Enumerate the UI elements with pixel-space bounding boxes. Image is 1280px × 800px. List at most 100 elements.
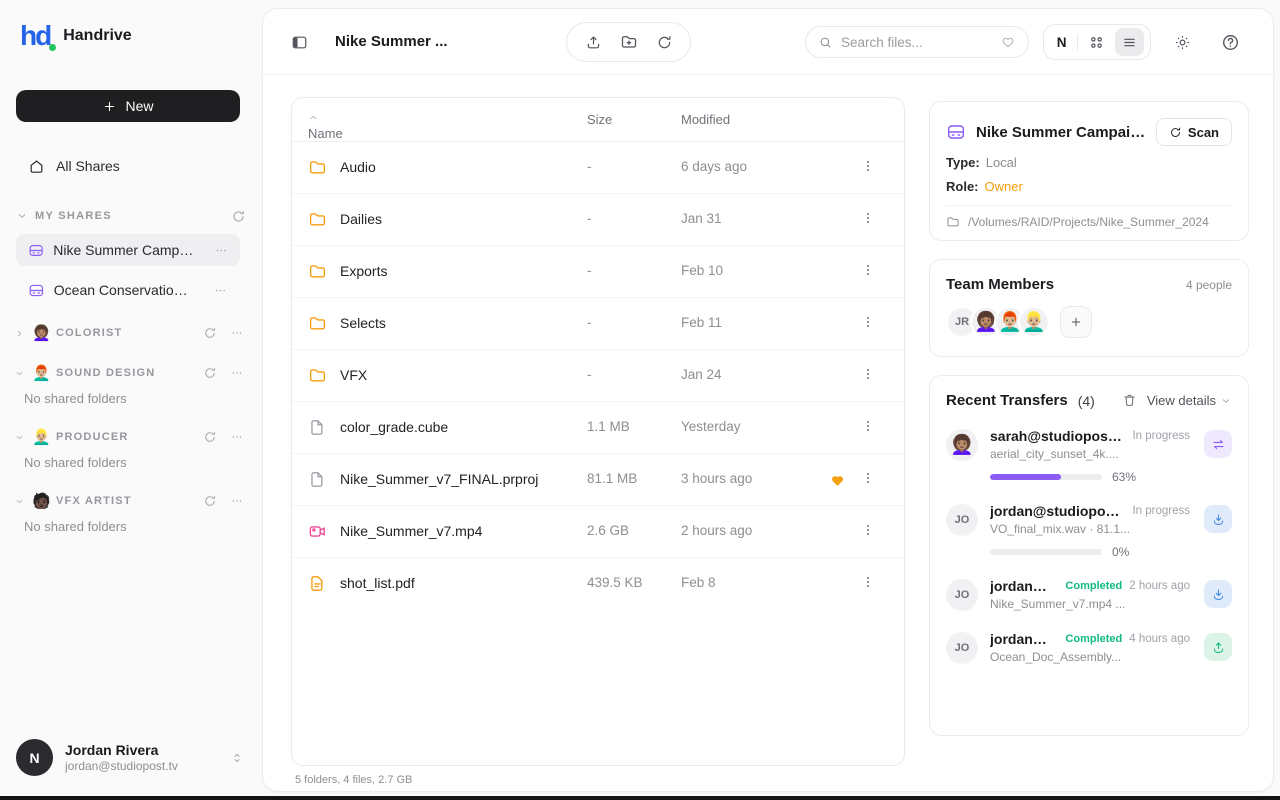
new-folder-button[interactable] — [613, 26, 645, 58]
sidebar-group-sound-design[interactable]: 👨🏼‍🦰 SOUND DESIGN — [14, 360, 244, 386]
share-info-card: Nike Summer Campaign Scan Type:Local Rol… — [929, 101, 1249, 241]
transfer-file: Ocean_Doc_Assembly... — [990, 650, 1232, 664]
sidebar-item-ocean-conservation[interactable]: Ocean Conservation ... — [16, 274, 240, 306]
files-table: Name Size Modified Audio - 6 days ago Da… — [291, 97, 905, 766]
sidebar-group-colorist[interactable]: 👩🏽‍🦱 COLORIST — [14, 320, 244, 346]
list-view-button[interactable] — [1115, 28, 1144, 56]
user-menu[interactable]: N Jordan Rivera jordan@studiopost.tv — [16, 739, 244, 776]
download-action-button[interactable] — [1204, 505, 1232, 533]
sidebar-item-all-shares[interactable]: All Shares — [16, 152, 240, 180]
help-button[interactable] — [1214, 26, 1246, 58]
refresh-icon[interactable] — [203, 430, 217, 444]
transfer-time: 2 hours ago — [1129, 580, 1190, 592]
theme-toggle-button[interactable] — [1166, 26, 1198, 58]
file-row[interactable]: shot_list.pdf 439.5 KB Feb 8 — [292, 558, 904, 610]
share-type-value: Local — [986, 155, 1017, 170]
row-menu-icon[interactable] — [860, 366, 876, 382]
file-row[interactable]: VFX - Jan 24 — [292, 350, 904, 402]
more-icon[interactable] — [230, 326, 244, 340]
sidebar-item-nike-summer[interactable]: Nike Summer Campai... — [16, 234, 240, 266]
colorist-avatar: 👩🏽‍🦱 — [32, 326, 49, 341]
transfer-time: 4 hours ago — [1129, 633, 1190, 645]
row-menu-icon[interactable] — [860, 470, 876, 486]
row-menu-icon[interactable] — [860, 418, 876, 434]
grid-view-button[interactable] — [1082, 28, 1111, 56]
transfer-item[interactable]: 👩🏽‍🦱 sarah@studiopost.tv In progress aer… — [946, 428, 1232, 484]
file-row[interactable]: Dailies - Jan 31 — [292, 194, 904, 246]
home-icon — [28, 158, 45, 175]
more-icon[interactable] — [213, 283, 228, 298]
more-icon[interactable] — [230, 366, 244, 380]
sync-icon — [1211, 437, 1226, 452]
team-avatars: JR 👩🏽‍🦱 👨🏼‍🦰 👱🏼‍♂️ — [946, 306, 1232, 338]
transfer-progress: 63% — [990, 470, 1232, 484]
new-button[interactable]: New — [16, 90, 240, 122]
sort-asc-icon — [308, 112, 319, 123]
row-menu-icon[interactable] — [860, 574, 876, 590]
avatar: 👩🏽‍🦱 — [946, 429, 978, 461]
upload-icon — [585, 34, 602, 51]
file-row[interactable]: Exports - Feb 10 — [292, 246, 904, 298]
add-member-button[interactable] — [1060, 306, 1092, 338]
divider — [946, 205, 1232, 206]
avatar: JO — [946, 504, 978, 536]
transfer-item[interactable]: JO jordan@studiopost.tv In progress VO_f… — [946, 503, 1232, 559]
search-icon — [818, 35, 833, 50]
refresh-button[interactable] — [648, 26, 680, 58]
refresh-icon[interactable] — [203, 366, 217, 380]
transfer-file: VO_final_mix.wav · 81.1... — [990, 522, 1232, 536]
sidebar-group-vfx-artist[interactable]: 🧑🏿 VFX ARTIST — [14, 488, 244, 514]
team-members-card: Team Members 4 people JR 👩🏽‍🦱 👨🏼‍🦰 👱🏼‍♂️ — [929, 259, 1249, 357]
search-input[interactable] — [841, 35, 992, 50]
my-shares-header[interactable]: MY SHARES — [16, 205, 246, 227]
download-icon — [1211, 512, 1226, 527]
chevron-down-icon — [16, 210, 28, 222]
refresh-icon[interactable] — [203, 326, 217, 340]
view-details-button[interactable]: View details — [1147, 393, 1232, 408]
row-menu-icon[interactable] — [860, 314, 876, 330]
transfer-item[interactable]: JO jordan@st... Completed 2 hours ago Ni… — [946, 578, 1232, 612]
avatar[interactable]: 👱🏼‍♂️ — [1018, 306, 1050, 338]
row-menu-icon[interactable] — [860, 522, 876, 538]
more-icon[interactable] — [230, 494, 244, 508]
refresh-icon[interactable] — [231, 209, 246, 224]
column-header-modified[interactable]: Modified — [681, 112, 730, 127]
file-row[interactable]: Selects - Feb 11 — [292, 298, 904, 350]
files-table-header: Name Size Modified — [292, 98, 904, 142]
chevron-down-icon — [14, 432, 25, 443]
row-menu-icon[interactable] — [860, 262, 876, 278]
avatar: JO — [946, 579, 978, 611]
transfer-status: In progress — [1132, 430, 1190, 442]
scan-button[interactable]: Scan — [1156, 118, 1232, 146]
trash-icon[interactable] — [1122, 393, 1137, 408]
app-logo: hd Handrive — [20, 22, 132, 50]
transfer-file: aerial_city_sunset_4k.... — [990, 447, 1232, 461]
sidebar-group-producer[interactable]: 👱🏼‍♂️ PRODUCER — [14, 424, 244, 450]
team-count: 4 people — [1186, 278, 1232, 292]
upload-button[interactable] — [577, 26, 609, 58]
transfer-item[interactable]: JO jordan@st... Completed 4 hours ago Oc… — [946, 631, 1232, 665]
favorite-heart-icon[interactable] — [829, 472, 846, 489]
upload-action-button[interactable] — [1204, 633, 1232, 661]
file-row[interactable]: Audio - 6 days ago — [292, 142, 904, 194]
sidebar-toggle-button[interactable] — [283, 26, 315, 58]
column-header-size[interactable]: Size — [587, 112, 612, 127]
workspace-initial[interactable]: N — [1050, 35, 1073, 50]
download-action-button[interactable] — [1204, 580, 1232, 608]
favorites-filter-icon[interactable] — [1000, 34, 1016, 50]
online-status-dot — [49, 44, 56, 51]
more-icon[interactable] — [230, 430, 244, 444]
view-switcher: N — [1043, 24, 1151, 60]
refresh-icon[interactable] — [203, 494, 217, 508]
file-row[interactable]: Nike_Summer_v7_FINAL.prproj 81.1 MB 3 ho… — [292, 454, 904, 506]
sync-action-button[interactable] — [1204, 430, 1232, 458]
window-bottom-edge — [0, 796, 1280, 800]
file-row[interactable]: color_grade.cube 1.1 MB Yesterday — [292, 402, 904, 454]
file-row[interactable]: Nike_Summer_v7.mp4 2.6 GB 2 hours ago — [292, 506, 904, 558]
grid-icon — [1088, 34, 1105, 51]
sound-design-avatar: 👨🏼‍🦰 — [32, 366, 49, 381]
more-icon[interactable] — [214, 243, 228, 258]
row-menu-icon[interactable] — [860, 210, 876, 226]
row-menu-icon[interactable] — [860, 158, 876, 174]
column-header-name[interactable]: Name — [308, 112, 319, 123]
